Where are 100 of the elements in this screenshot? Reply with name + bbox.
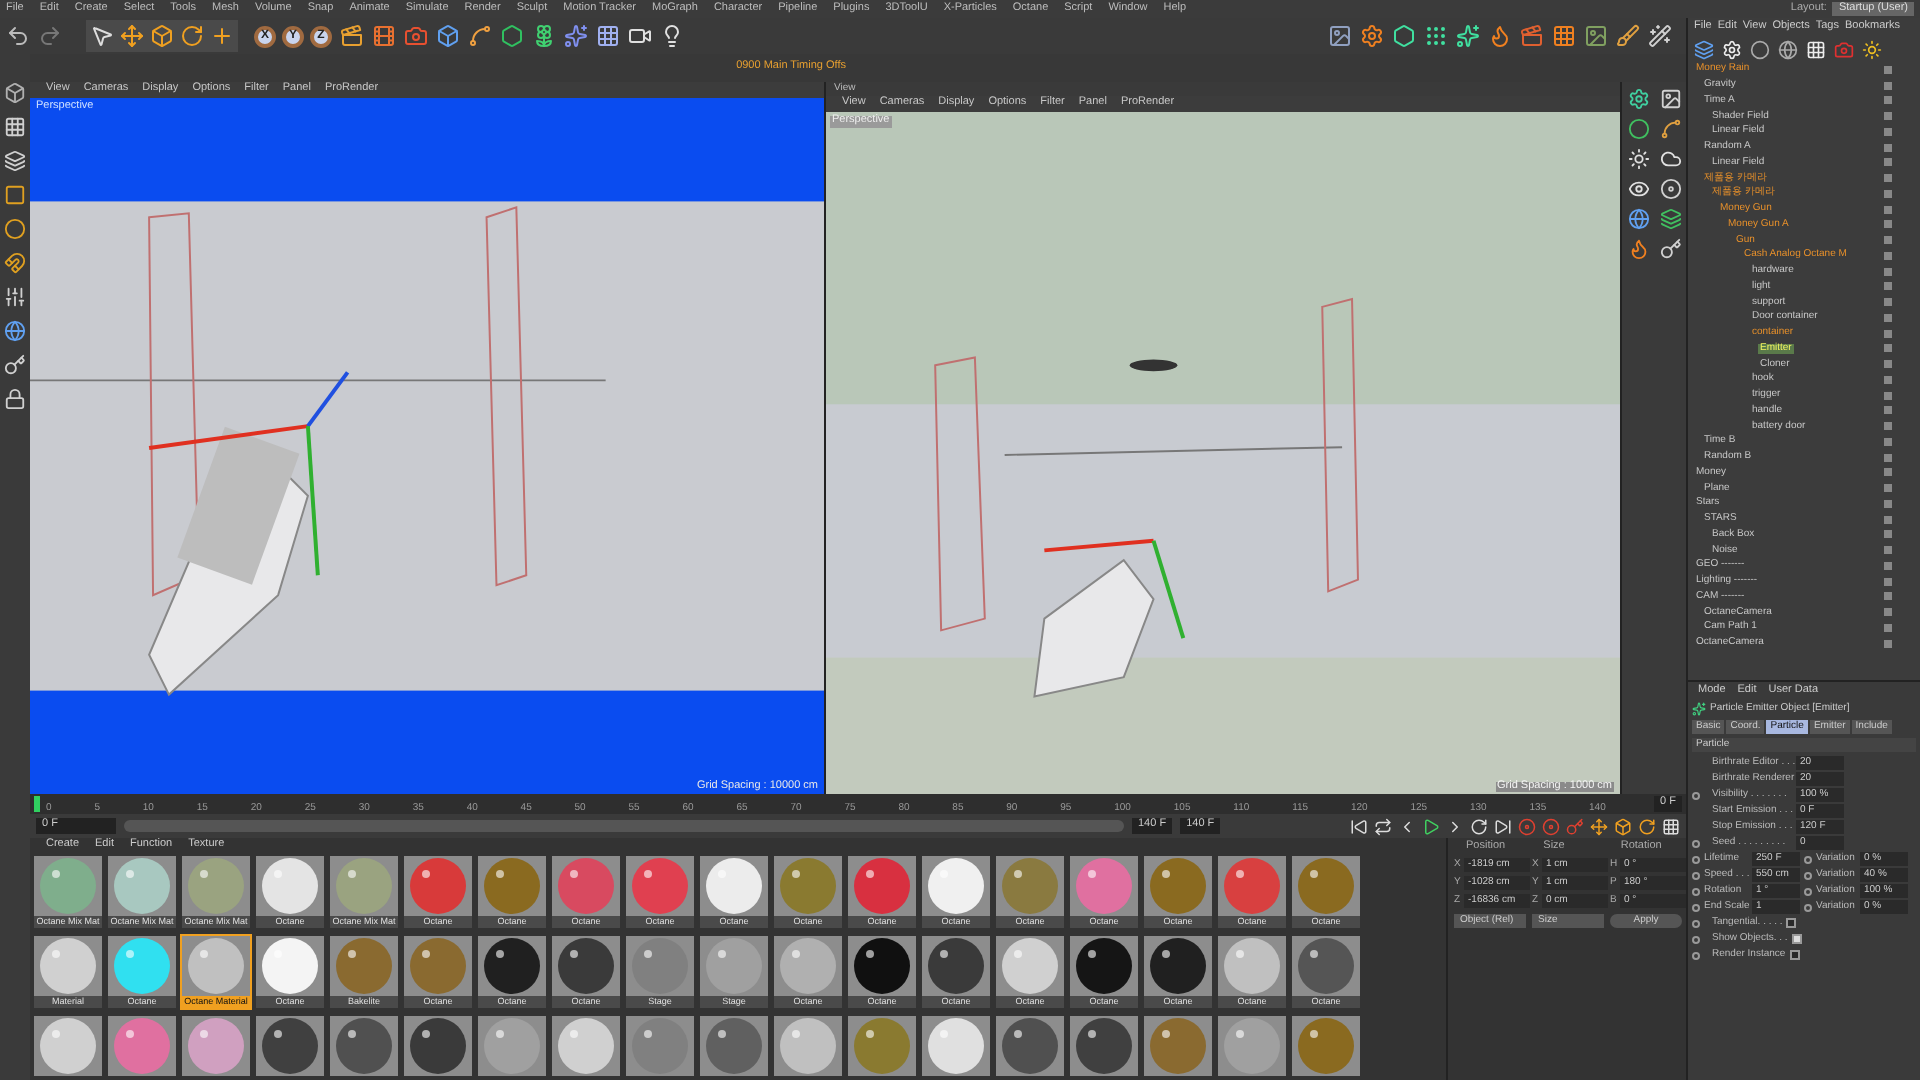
material-swatch[interactable] <box>182 856 250 916</box>
material-swatch[interactable] <box>34 856 102 916</box>
material-swatch[interactable] <box>626 936 694 996</box>
material-swatch[interactable] <box>996 856 1064 916</box>
camera-icon[interactable] <box>404 24 428 48</box>
lock-icon[interactable] <box>4 388 26 410</box>
image-icon[interactable] <box>1584 24 1608 48</box>
gear-icon[interactable] <box>1360 24 1384 48</box>
chevron-left-icon[interactable] <box>1398 817 1416 835</box>
image-icon[interactable] <box>1328 24 1352 48</box>
checkbox[interactable] <box>1789 950 1800 960</box>
eye-icon[interactable] <box>1627 178 1649 200</box>
material-swatch[interactable] <box>700 856 768 916</box>
material-swatch[interactable] <box>182 936 250 996</box>
circle-icon[interactable] <box>4 218 26 240</box>
clapperboard-icon[interactable] <box>1520 24 1544 48</box>
material-swatch[interactable] <box>1218 936 1286 996</box>
sparkles-icon[interactable] <box>564 24 588 48</box>
wand-icon[interactable] <box>1648 24 1672 48</box>
material-swatch[interactable] <box>626 856 694 916</box>
material-swatch[interactable] <box>1144 856 1212 916</box>
layers-icon[interactable] <box>4 150 26 172</box>
sun-icon[interactable] <box>1862 39 1882 59</box>
material-swatch[interactable] <box>404 936 472 996</box>
flower-icon[interactable] <box>532 24 556 48</box>
globe-icon[interactable] <box>1778 39 1798 59</box>
material-swatch[interactable] <box>478 936 546 996</box>
cube-icon[interactable] <box>4 82 26 104</box>
material-swatch[interactable] <box>1070 936 1138 996</box>
material-swatch[interactable] <box>1218 856 1286 916</box>
sparkles-icon[interactable] <box>1456 24 1480 48</box>
hexagon-icon[interactable] <box>1392 24 1416 48</box>
hexagon-icon[interactable] <box>500 24 524 48</box>
material-swatch[interactable] <box>478 856 546 916</box>
globe-icon[interactable] <box>1627 208 1649 230</box>
layers-icon[interactable] <box>1659 208 1681 230</box>
grid-icon[interactable] <box>1552 24 1576 48</box>
film-icon[interactable] <box>372 24 396 48</box>
key-icon[interactable] <box>1659 238 1681 260</box>
material-swatch[interactable] <box>922 936 990 996</box>
skip-back-icon[interactable] <box>1350 817 1368 835</box>
brush-icon[interactable] <box>1616 24 1640 48</box>
flame-icon[interactable] <box>1627 238 1649 260</box>
image-icon[interactable] <box>1659 88 1681 110</box>
play-icon[interactable] <box>1422 817 1440 835</box>
square-icon[interactable] <box>4 184 26 206</box>
material-swatch[interactable] <box>108 856 176 916</box>
cube-icon[interactable] <box>436 24 460 48</box>
globe-icon[interactable] <box>4 320 26 342</box>
camera-icon[interactable] <box>1834 39 1854 59</box>
material-swatch[interactable] <box>34 936 102 996</box>
material-swatch[interactable] <box>996 936 1064 996</box>
magnet-icon[interactable] <box>4 252 26 274</box>
checkbox[interactable] <box>1786 918 1797 928</box>
material-swatch[interactable] <box>700 936 768 996</box>
layers-icon[interactable] <box>1694 39 1714 59</box>
sun-icon[interactable] <box>1627 148 1649 170</box>
cloud-icon[interactable] <box>1659 148 1681 170</box>
material-swatch[interactable] <box>1144 936 1212 996</box>
clapperboard-icon[interactable] <box>340 24 364 48</box>
spline-icon[interactable] <box>1659 118 1681 140</box>
checkbox[interactable] <box>1791 934 1802 944</box>
rotate-icon[interactable] <box>1638 817 1656 835</box>
material-swatch[interactable] <box>922 856 990 916</box>
lightbulb-icon[interactable] <box>660 24 684 48</box>
material-swatch[interactable] <box>330 856 398 916</box>
key-icon[interactable] <box>4 354 26 376</box>
material-swatch[interactable] <box>256 856 324 916</box>
sphere-icon[interactable] <box>1750 39 1770 59</box>
plus-icon[interactable] <box>210 24 234 48</box>
grid-icon[interactable] <box>596 24 620 48</box>
sliders-icon[interactable] <box>4 286 26 308</box>
chevron-right-icon[interactable] <box>1446 817 1464 835</box>
flame-icon[interactable] <box>1488 24 1512 48</box>
material-swatch[interactable] <box>108 936 176 996</box>
move-icon[interactable] <box>120 24 144 48</box>
material-swatch[interactable] <box>552 856 620 916</box>
material-swatch[interactable] <box>1292 936 1360 996</box>
material-swatch[interactable] <box>256 936 324 996</box>
skip-forward-icon[interactable] <box>1494 817 1512 835</box>
rotate-icon[interactable] <box>180 24 204 48</box>
material-swatch[interactable] <box>1292 856 1360 916</box>
material-swatch[interactable] <box>848 856 916 916</box>
video-camera-icon[interactable] <box>628 24 652 48</box>
disc-icon[interactable] <box>1659 178 1681 200</box>
undo-icon[interactable] <box>6 24 30 48</box>
redo-icon[interactable] <box>38 24 62 48</box>
move-icon[interactable] <box>1590 817 1608 835</box>
gear-icon[interactable] <box>1627 88 1649 110</box>
material-swatch[interactable] <box>1070 856 1138 916</box>
checker-icon[interactable] <box>4 116 26 138</box>
rotate-icon[interactable] <box>1470 817 1488 835</box>
cursor-icon[interactable] <box>90 24 114 48</box>
material-swatch[interactable] <box>848 936 916 996</box>
sphere-icon[interactable] <box>1627 118 1649 140</box>
emitter-icon[interactable] <box>1692 702 1706 716</box>
material-swatch[interactable] <box>552 936 620 996</box>
material-swatch[interactable] <box>330 936 398 996</box>
material-swatch[interactable] <box>404 856 472 916</box>
loop-icon[interactable] <box>1374 817 1392 835</box>
